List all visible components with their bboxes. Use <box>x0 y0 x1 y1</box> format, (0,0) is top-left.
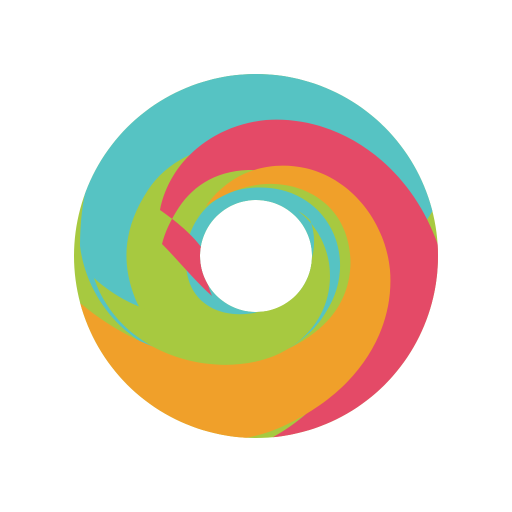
swirl-ring-logo-icon <box>73 74 438 439</box>
swirl-ring <box>73 74 438 439</box>
app-logo-canvas <box>0 0 512 512</box>
